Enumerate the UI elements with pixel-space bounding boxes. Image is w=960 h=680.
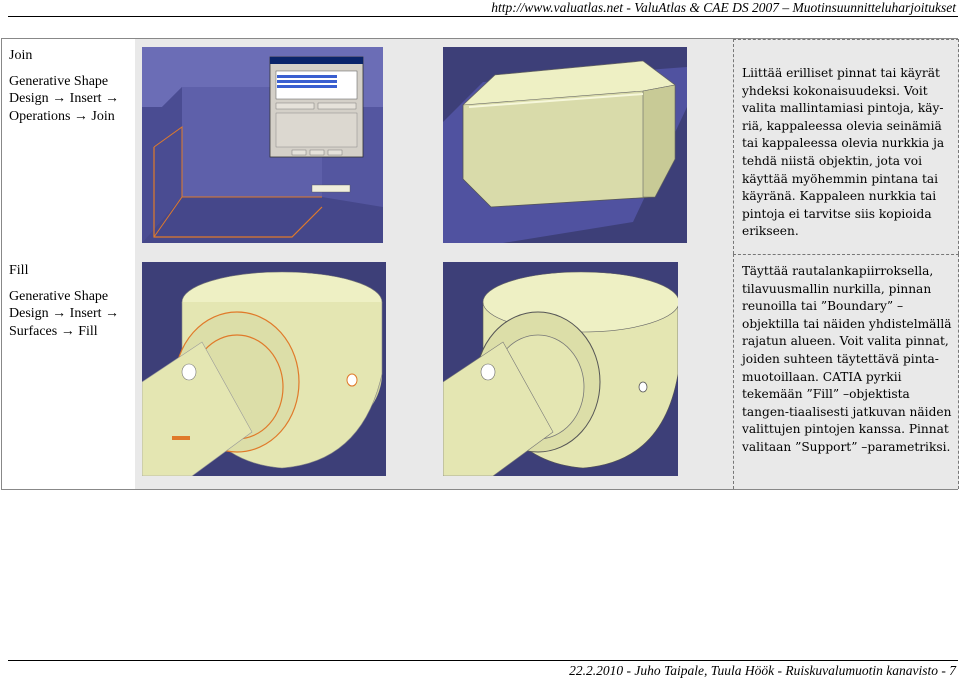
command-description: Täyttää rautalankapiirroksella, tilavuus… (742, 264, 952, 454)
join-dialog-image (142, 47, 383, 243)
header-rule (8, 16, 958, 17)
command-path: Generative Shape Design → Insert → Surfa… (9, 288, 120, 339)
command-path: Generative Shape Design → Insert → Opera… (9, 73, 120, 124)
command-cell: Join Generative Shape Design → Insert → … (2, 39, 135, 254)
image-cell (135, 254, 733, 489)
description-cell: Liittää erilliset pinnat tai käyrät yhde… (733, 39, 959, 254)
table-row-fill: Fill Generative Shape Design → Insert → … (1, 254, 959, 490)
command-description: Liittää erilliset pinnat tai käyrät yhde… (742, 66, 945, 239)
joined-block-render (443, 47, 687, 243)
fill-selection-image (142, 262, 386, 476)
fill-selection-render (142, 262, 386, 476)
command-title: Fill (9, 263, 29, 278)
joined-block-image (443, 47, 687, 243)
footer-rule (8, 660, 958, 661)
command-title: Join (9, 48, 33, 63)
table-row-join: Join Generative Shape Design → Insert → … (1, 38, 959, 254)
description-cell: Täyttää rautalankapiirroksella, tilavuus… (733, 254, 959, 489)
command-cell: Fill Generative Shape Design → Insert → … (2, 254, 135, 489)
fill-result-image (443, 262, 678, 476)
join-dialog-screenshot (142, 47, 383, 243)
image-cell (135, 39, 733, 254)
page-footer: 22.2.2010 - Juho Taipale, Tuula Höök - R… (569, 663, 956, 678)
fill-result-render (443, 262, 678, 476)
page-header: http://www.valuatlas.net - ValuAtlas & C… (491, 0, 956, 15)
